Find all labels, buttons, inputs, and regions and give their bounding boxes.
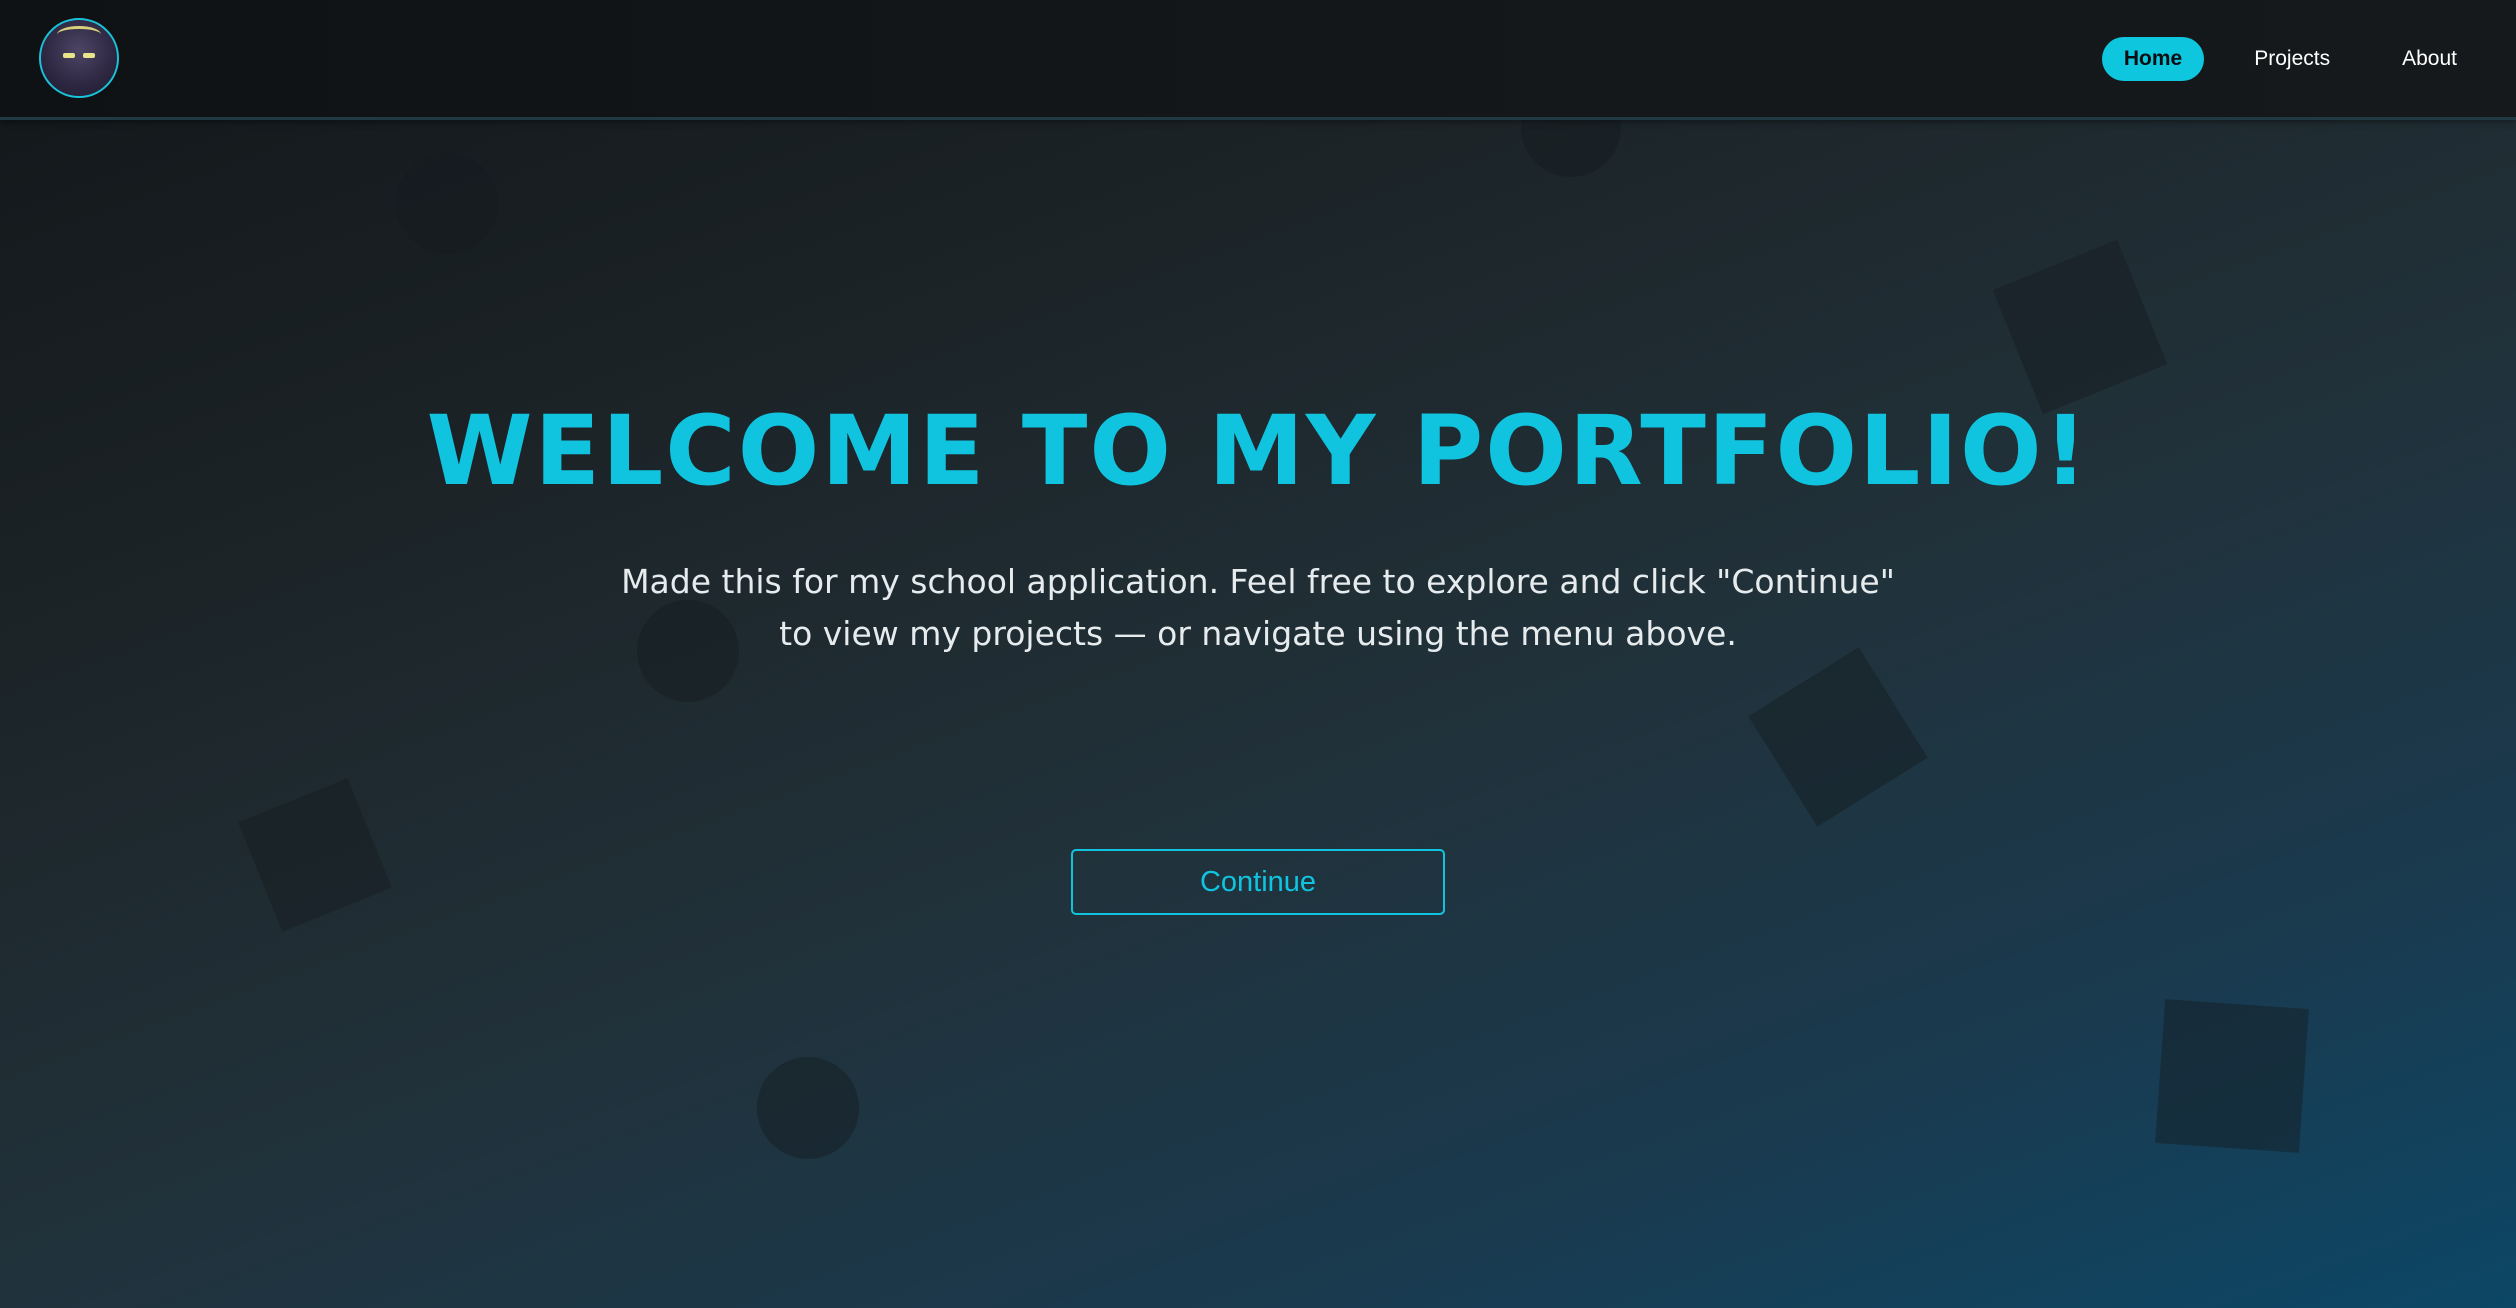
bg-square-shape [1748,647,1928,827]
bg-square-shape [1992,239,2168,415]
nav-link-home[interactable]: Home [2101,37,2205,81]
nav-link-about[interactable]: About [2380,37,2479,81]
bg-square-shape [238,778,392,932]
bg-square-shape [2155,999,2309,1153]
bg-circle-shape [396,152,498,254]
continue-button[interactable]: Continue [1071,849,1445,915]
logo-avatar[interactable] [39,18,119,98]
hero-title: WELCOME TO MY PORTFOLIO! [426,395,2090,507]
navbar: Home Projects About [0,0,2516,120]
eye-icon [63,53,75,58]
nav-link-projects[interactable]: Projects [2232,37,2352,81]
eye-icon [83,53,95,58]
halo-icon [57,26,101,43]
bg-circle-shape [757,1057,859,1159]
nav-links: Home Projects About [2074,37,2479,81]
hero-subtitle: Made this for my school application. Fee… [621,562,1895,653]
